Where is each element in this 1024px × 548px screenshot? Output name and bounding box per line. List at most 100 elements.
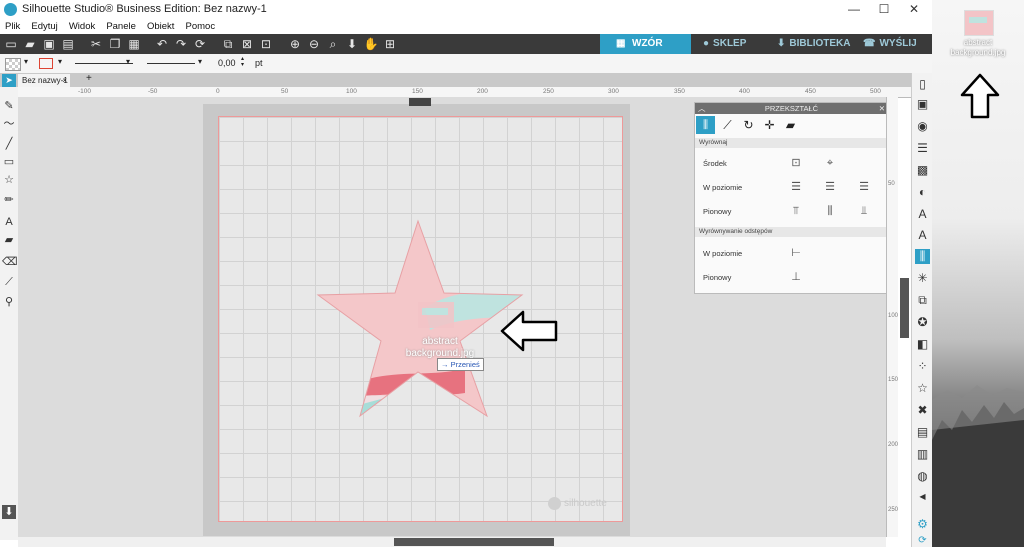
eyedropper-icon[interactable]: ⚲ (2, 295, 16, 309)
eraser-tool-icon[interactable]: ⌫ (2, 255, 18, 269)
lasso-icon[interactable]: 〜 (2, 117, 16, 131)
vertical-scrollbar-thumb[interactable] (900, 278, 909, 338)
fill-swatch[interactable] (5, 58, 21, 71)
paste-icon[interactable]: ▦ (126, 36, 142, 52)
menu-obiekt[interactable]: Obiekt (147, 21, 174, 32)
palette-icon[interactable]: ◉ (915, 119, 930, 134)
tab-align[interactable]: ⫼ (696, 116, 715, 134)
line-style-icon[interactable]: ☰ (915, 141, 930, 156)
settings-gear-icon[interactable]: ⚙ (915, 517, 930, 532)
globe-icon[interactable]: ◍ (915, 469, 930, 484)
line-style-select[interactable] (75, 63, 133, 64)
pixscan-icon[interactable]: ▣ (915, 97, 930, 112)
tab-scale-icon[interactable]: ⟋ (718, 116, 737, 134)
minimize-button[interactable]: — (842, 2, 866, 18)
replicate-icon[interactable]: ✳ (915, 271, 930, 286)
sync-icon[interactable]: ⟳ (915, 533, 930, 548)
text-style-icon[interactable]: A (915, 207, 930, 222)
text-tool-icon[interactable]: A (2, 215, 16, 229)
font-path-icon[interactable]: A (915, 228, 930, 243)
menu-pomoc[interactable]: Pomoc (186, 21, 216, 32)
chevron-down-icon[interactable]: ▾ (198, 57, 202, 66)
line-tool-icon[interactable]: ╱ (2, 137, 16, 151)
save-icon[interactable]: ▣ (41, 36, 57, 52)
tab-move-icon[interactable]: ✛ (760, 116, 779, 134)
menu-panele[interactable]: Panele (106, 21, 136, 32)
print-icon[interactable]: ▤ (60, 36, 76, 52)
new-file-icon[interactable]: ▭ (3, 36, 19, 52)
gradient-icon[interactable]: ◐ (915, 185, 930, 200)
rectangle-tool-icon[interactable]: ▭ (2, 155, 16, 169)
align-left-icon[interactable]: ☰ (790, 181, 802, 193)
collapse-icon[interactable]: ︿ (698, 103, 706, 114)
align-center-h-icon[interactable]: ☰ (824, 181, 836, 193)
line-end-select[interactable] (147, 63, 195, 64)
chevron-down-icon[interactable]: ▾ (58, 57, 62, 66)
desktop-file-label[interactable]: abstract background.jpg (950, 38, 1006, 58)
pencil-tool-icon[interactable]: ✏ (2, 193, 16, 207)
horizontal-scrollbar[interactable] (18, 537, 886, 547)
transform-icon[interactable]: ⫼ (915, 249, 930, 264)
chevron-down-icon[interactable]: ▾ (24, 57, 28, 66)
horizontal-scrollbar-thumb[interactable] (394, 538, 554, 546)
stepper-icon[interactable]: ▴ ▾ (241, 56, 244, 68)
undo-icon[interactable]: ↶ (154, 36, 170, 52)
close-button[interactable]: ✕ (902, 2, 926, 18)
chevron-left-icon[interactable]: ◀ (915, 489, 930, 504)
page-setup-icon[interactable]: ▯ (915, 77, 930, 92)
distribute-v-icon[interactable]: ⊥ (790, 271, 802, 283)
select-all-icon[interactable]: ⊡ (258, 36, 274, 52)
point-edit-icon[interactable]: ✎ (2, 99, 16, 113)
document-tab[interactable]: Bez nazwy-1 × (18, 74, 70, 87)
add-tab-button[interactable]: + (86, 73, 92, 84)
rhinestone-icon[interactable]: ✖ (915, 403, 930, 418)
align-bottom-icon[interactable]: ⫫ (858, 205, 870, 217)
select-tool-icon[interactable]: ➤ (2, 74, 16, 87)
zoom-out-icon[interactable]: ⊖ (306, 36, 322, 52)
desktop-file-icon[interactable] (964, 10, 994, 36)
ungroup-icon[interactable]: ⊠ (239, 36, 255, 52)
line-width-input[interactable]: 0,00 (218, 58, 236, 68)
tab-rotate-icon[interactable]: ↻ (739, 116, 758, 134)
redraw-icon[interactable]: ⟳ (192, 36, 208, 52)
tab-wyslij[interactable]: ☎ WYŚLIJ (861, 34, 932, 54)
cut-icon[interactable]: ✂ (88, 36, 104, 52)
line-color-swatch[interactable] (39, 58, 53, 69)
menu-widok[interactable]: Widok (69, 21, 95, 32)
tab-shear-icon[interactable]: ▰ (781, 116, 800, 134)
modify-icon[interactable]: ⧉ (915, 293, 930, 308)
chevron-down-icon[interactable]: ▾ (126, 57, 130, 66)
copy-icon[interactable]: ❐ (107, 36, 123, 52)
offset-star-icon[interactable]: ✪ (915, 315, 930, 330)
close-icon[interactable]: ✕ (879, 103, 885, 114)
pan-hand-icon[interactable]: ✋ (363, 36, 379, 52)
menu-edytuj[interactable]: Edytuj (31, 21, 57, 32)
align-middle-icon[interactable]: ⫼ (824, 205, 836, 217)
distribute-h-icon[interactable]: ⊢ (790, 247, 802, 259)
move-down-icon[interactable]: ⬇ (344, 36, 360, 52)
layers-icon[interactable]: ▤ (915, 425, 930, 440)
knife-tool-icon[interactable]: ⟋ (2, 275, 16, 289)
open-folder-icon[interactable]: ▰ (22, 36, 38, 52)
sketch-dots-icon[interactable]: ⁘ (915, 359, 930, 374)
maximize-button[interactable]: ☐ (872, 2, 896, 18)
menu-plik[interactable]: Plik (5, 21, 20, 32)
fill-pattern-icon[interactable]: ▩ (915, 163, 930, 178)
close-icon[interactable]: × (62, 74, 67, 87)
fill-tool-icon[interactable]: ▰ (2, 233, 16, 247)
tab-sklep[interactable]: ● SKLEP (691, 34, 773, 54)
zoom-in-icon[interactable]: ⊕ (287, 36, 303, 52)
redo-icon[interactable]: ↷ (173, 36, 189, 52)
align-top-icon[interactable]: ⫪ (790, 205, 802, 217)
trace-icon[interactable]: ◧ (915, 337, 930, 352)
star-outline-icon[interactable]: ☆ (915, 381, 930, 396)
star-tool-icon[interactable]: ☆ (2, 173, 16, 187)
library-download-icon[interactable]: ⬇ (2, 505, 16, 519)
tab-biblioteka[interactable]: ⬇ BIBLIOTEKA (773, 34, 861, 54)
print-cut-icon[interactable]: ▥ (915, 447, 930, 462)
zoom-select-icon[interactable]: ⌕ (325, 36, 341, 52)
center-icon[interactable]: ⌖ (824, 157, 836, 169)
group-icon[interactable]: ⧉ (220, 36, 236, 52)
center-to-page-icon[interactable]: ⊡ (790, 157, 802, 169)
fit-page-icon[interactable]: ⊞ (382, 36, 398, 52)
